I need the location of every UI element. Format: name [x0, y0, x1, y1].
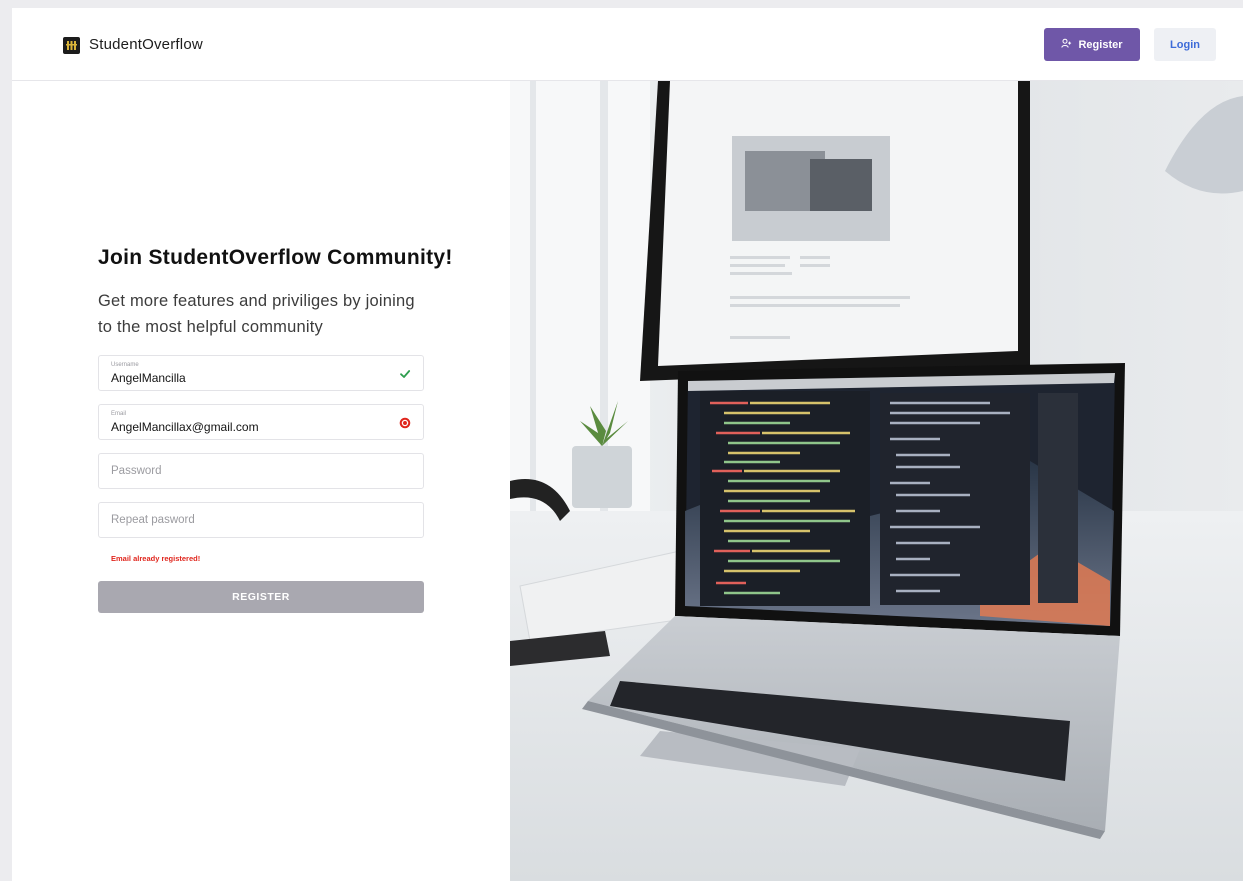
repeat-password-placeholder: Repeat pasword: [111, 514, 195, 526]
add-user-icon: [1061, 38, 1072, 52]
error-message: Email already registered!: [111, 554, 201, 563]
register-submit-button[interactable]: REGISTER: [98, 581, 424, 613]
register-nav-button[interactable]: Register: [1044, 28, 1140, 61]
email-value: AngelMancillax@gmail.com: [111, 420, 259, 434]
repeat-password-field[interactable]: Repeat pasword: [98, 502, 424, 538]
brand-name[interactable]: StudentOverflow: [89, 36, 203, 53]
password-placeholder: Password: [111, 465, 162, 477]
page-title: Join StudentOverflow Community!: [98, 246, 453, 269]
page: StudentOverflow Register Login Join Stud…: [12, 8, 1243, 881]
error-circle-icon: [399, 416, 411, 434]
email-field[interactable]: Email AngelMancillax@gmail.com: [98, 404, 424, 440]
email-label: Email: [111, 411, 127, 417]
register-nav-label: Register: [1078, 38, 1123, 51]
login-nav-button[interactable]: Login: [1154, 28, 1216, 61]
hero-image: [510, 81, 1243, 881]
page-subtitle: Get more features and priviliges by join…: [98, 292, 415, 336]
password-field[interactable]: Password: [98, 453, 424, 489]
username-label: Username: [111, 362, 139, 368]
username-value: AngelMancilla: [111, 371, 186, 385]
logo-icon[interactable]: [63, 37, 80, 54]
checkmark-icon: [399, 367, 411, 385]
top-navbar: StudentOverflow Register Login: [12, 8, 1243, 81]
username-field[interactable]: Username AngelMancilla: [98, 355, 424, 391]
